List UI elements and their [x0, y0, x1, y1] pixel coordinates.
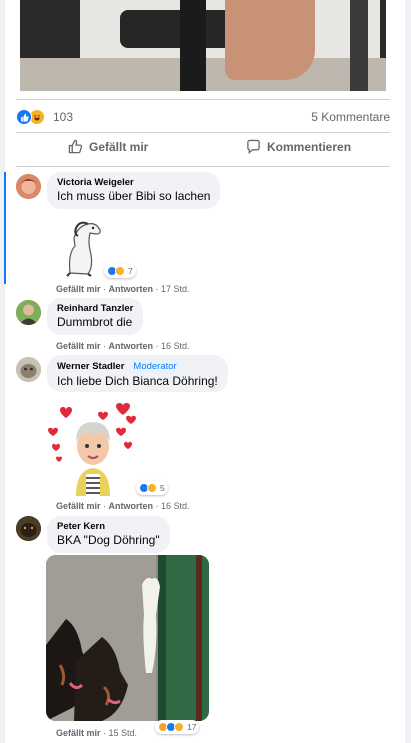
active-thread-indicator [4, 172, 6, 284]
reaction-count: 17 [187, 722, 197, 732]
comment-text: Dummbrot die [57, 315, 133, 329]
comment-reactions[interactable]: 17 [155, 720, 200, 734]
reaction-count: 5 [160, 483, 165, 493]
comment-meta: Gefällt mir · Antworten · 16 Std. [56, 341, 190, 351]
haha-reaction-icon [147, 483, 157, 493]
avatar[interactable] [16, 516, 41, 541]
divider [16, 166, 390, 167]
comment-time[interactable]: 16 Std. [161, 341, 190, 351]
comment-button-label: Kommentieren [267, 139, 352, 154]
avatar[interactable] [16, 357, 41, 382]
photo-post [350, 0, 368, 91]
comment-like-link[interactable]: Gefällt mir [56, 284, 101, 294]
comment-button[interactable]: Kommentieren [246, 139, 351, 154]
like-reaction-icon [16, 109, 32, 125]
thumbs-up-icon [68, 139, 83, 154]
comment-author[interactable]: Peter Kern [57, 521, 105, 532]
moderator-badge: Moderator [129, 360, 181, 373]
comment-author[interactable]: Werner Stadler [57, 361, 124, 372]
horse-sticker [66, 221, 101, 277]
comment-author[interactable]: Victoria Weigeler [57, 177, 134, 188]
divider [16, 99, 390, 100]
divider [16, 132, 390, 133]
reaction-count[interactable]: 103 [53, 110, 73, 124]
comment-text: BKA "Dog Döhring" [57, 533, 160, 547]
comment-bubble: Victoria Weigeler Ich muss über Bibi so … [47, 172, 221, 209]
comment-meta: Gefällt mir · Antworten · 16 Std. [56, 501, 190, 511]
like-button-label: Gefällt mir [89, 139, 149, 154]
comment-meta: Gefällt mir · 15 Std. [56, 728, 138, 738]
action-bar: Gefällt mir Kommentieren [16, 139, 390, 161]
comment-reply-link[interactable]: Antworten [109, 501, 154, 511]
comment-time[interactable]: 15 Std. [109, 728, 138, 738]
haha-reaction-icon [174, 722, 184, 732]
comment-text: Ich muss über Bibi so lachen [57, 189, 211, 203]
comment-text: Ich liebe Dich Bianca Döhring! [57, 374, 218, 388]
haha-reaction-icon [115, 266, 125, 276]
comment-meta: Gefällt mir · Antworten · 17 Std. [56, 284, 190, 294]
right-gutter [405, 0, 411, 743]
comment-time[interactable]: 16 Std. [161, 501, 190, 511]
comment-bubble: Peter Kern BKA "Dog Döhring" [47, 516, 170, 553]
comment-photo[interactable] [46, 555, 209, 721]
comment-reply-link[interactable]: Antworten [109, 341, 154, 351]
comment-like-link[interactable]: Gefällt mir [56, 341, 101, 351]
hearts-avatar-sticker [48, 403, 136, 496]
comment-time[interactable]: 17 Std. [161, 284, 190, 294]
like-button[interactable]: Gefällt mir [68, 139, 148, 154]
post-photo[interactable] [20, 0, 386, 91]
photo-person [225, 0, 315, 80]
comment-bubble: Reinhard Tanzler Dummbrot die [47, 298, 144, 335]
comment-like-link[interactable]: Gefällt mir [56, 501, 101, 511]
comment-bubble: Werner Stadler Moderator Ich liebe Dich … [47, 355, 228, 392]
left-gutter [0, 0, 5, 743]
avatar[interactable] [16, 174, 41, 199]
comment-reactions[interactable]: 7 [104, 264, 136, 278]
comment-reply-link[interactable]: Antworten [109, 284, 154, 294]
reaction-stats: 103 5 Kommentare [16, 107, 390, 127]
photo-table-leg [180, 0, 206, 91]
comment-author[interactable]: Reinhard Tanzler [57, 303, 133, 314]
comment-like-link[interactable]: Gefällt mir [56, 728, 101, 738]
avatar[interactable] [16, 300, 41, 325]
reaction-count: 7 [128, 266, 133, 276]
comments-count[interactable]: 5 Kommentare [311, 110, 390, 124]
comment-reactions[interactable]: 5 [136, 481, 168, 495]
comment-icon [247, 139, 260, 154]
